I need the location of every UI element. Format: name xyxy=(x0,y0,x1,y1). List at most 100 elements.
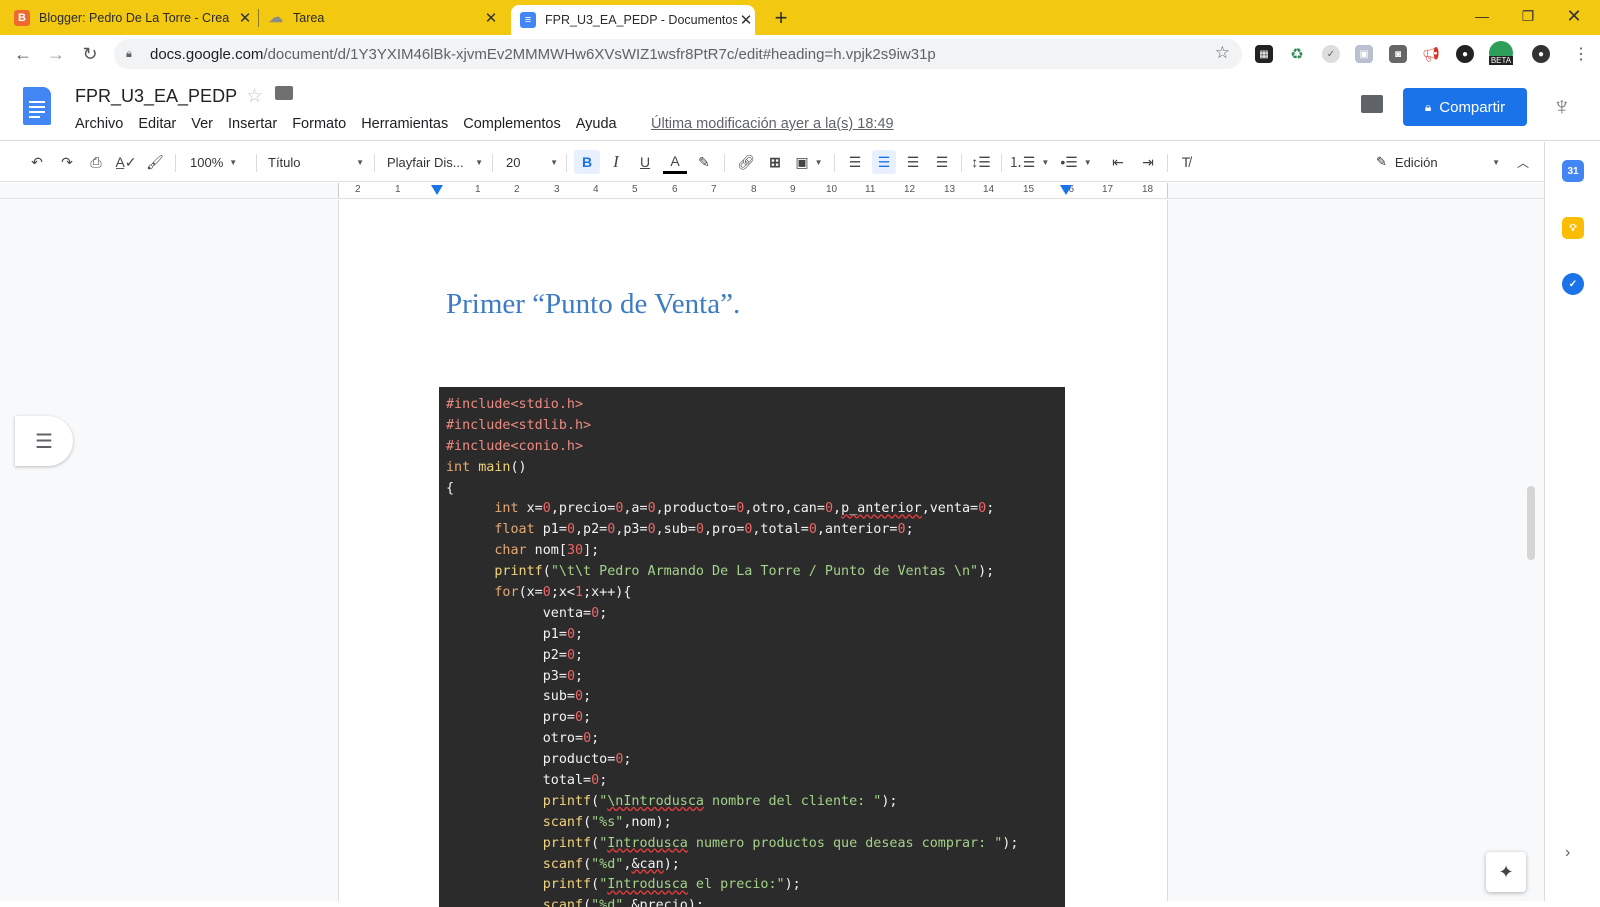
forward-icon[interactable]: → xyxy=(43,41,69,67)
align-left-icon[interactable]: ☰ xyxy=(843,150,867,174)
menu-complementos[interactable]: Complementos xyxy=(463,116,561,132)
style-select[interactable]: Título ▼ xyxy=(268,151,364,173)
numbered-list-icon[interactable]: ⒈☰ ▼ xyxy=(1009,150,1049,174)
spellcheck-icon[interactable]: A̲✓ xyxy=(115,150,137,174)
code-line: scanf("%d",&can); xyxy=(542,856,680,872)
star-icon[interactable]: ☆ xyxy=(246,85,263,108)
paint-format-icon[interactable]: 🖌︎ xyxy=(144,150,166,174)
keep-icon[interactable]: 💡︎ xyxy=(1562,217,1584,239)
comments-icon[interactable] xyxy=(1361,95,1383,113)
menu-ver[interactable]: Ver xyxy=(191,116,213,132)
tab-docs[interactable]: ≡ FPR_U3_EA_PEDP - Documentos ✕ xyxy=(511,5,755,35)
link-icon[interactable]: 🔗︎ xyxy=(734,150,758,174)
editing-mode-select[interactable]: ✎ Edición ▼ xyxy=(1376,151,1500,173)
extension-record-icon[interactable]: ● xyxy=(1456,45,1474,63)
bold-icon[interactable]: B xyxy=(574,150,600,174)
insert-image-icon[interactable]: ▣ ▼ xyxy=(792,150,826,174)
italic-icon[interactable]: I xyxy=(604,150,628,174)
ruler-tick: 8 xyxy=(751,184,757,195)
ruler-tick: 1 xyxy=(475,184,481,195)
code-line: float p1=0,p2=0,p3=0,sub=0,pro=0,total=0… xyxy=(494,522,914,538)
code-block[interactable]: #include<stdio.h> #include<stdlib.h> #incl… xyxy=(439,387,1065,907)
extension-beta-icon[interactable]: BETA xyxy=(1488,41,1514,65)
close-tab-icon[interactable]: ✕ xyxy=(482,9,500,27)
extension-megaphone-icon[interactable]: 📢︎ xyxy=(1422,45,1440,63)
code-line: printf("Introdusca el precio:"); xyxy=(542,877,801,893)
comment-add-icon[interactable]: ⊞ xyxy=(763,150,787,174)
tab-tarea[interactable]: ☁ Tarea ✕ xyxy=(268,0,500,35)
restore-icon[interactable]: ❐ xyxy=(1505,0,1551,32)
close-tab-icon[interactable]: ✕ xyxy=(236,9,254,27)
menu-insertar[interactable]: Insertar xyxy=(228,116,277,132)
browser-menu-icon[interactable]: ⋮ xyxy=(1568,41,1594,67)
scrollbar-thumb[interactable] xyxy=(1527,486,1535,560)
calendar-icon[interactable]: 31 xyxy=(1562,160,1584,182)
minimize-icon[interactable]: — xyxy=(1459,0,1505,32)
menu-formato[interactable]: Formato xyxy=(292,116,346,132)
calendar-day: 31 xyxy=(1567,165,1579,177)
menu-herramientas[interactable]: Herramientas xyxy=(361,116,448,132)
new-tab-button[interactable]: + xyxy=(768,0,794,35)
docs-logo-icon[interactable] xyxy=(23,87,51,125)
explore-button[interactable]: ✦ xyxy=(1486,852,1526,892)
print-icon[interactable]: ⎙ xyxy=(85,150,107,174)
code-line: #include<conio.h> xyxy=(446,438,584,454)
line-spacing-icon[interactable]: ↕☰ xyxy=(969,150,993,174)
tasks-icon[interactable]: ✓ xyxy=(1562,273,1584,295)
extension-calculator-icon[interactable]: ▦ xyxy=(1255,45,1273,63)
code-line: p1=0; xyxy=(446,626,584,642)
expand-panel-chevron-icon[interactable]: › xyxy=(1565,844,1570,862)
close-window-icon[interactable]: ✕ xyxy=(1551,0,1597,32)
document-page[interactable]: Primer “Punto de Venta”. #include<stdio.… xyxy=(338,200,1168,907)
bookmark-star-icon[interactable]: ☆ xyxy=(1215,43,1230,63)
chevron-down-icon: ▼ xyxy=(475,157,483,167)
align-justify-icon[interactable]: ☰ xyxy=(930,150,954,174)
document-title[interactable]: FPR_U3_EA_PEDP xyxy=(75,86,237,107)
document-heading[interactable]: Primer “Punto de Venta”. xyxy=(446,288,740,321)
ruler-tick: 3 xyxy=(554,184,560,195)
underline-icon[interactable]: U xyxy=(633,150,657,174)
address-bar[interactable]: 🔒︎ docs.google.com/document/d/1Y3YXIM46l… xyxy=(114,39,1242,69)
document-outline-button[interactable]: ☰ xyxy=(15,416,73,466)
undo-icon[interactable]: ↶ xyxy=(26,150,48,174)
increase-indent-icon[interactable]: ⇥ xyxy=(1136,150,1160,174)
code-line: p3=0; xyxy=(446,668,584,684)
ruler-tick: 11 xyxy=(865,184,876,195)
ruler-tick: 4 xyxy=(593,184,599,195)
account-avatar[interactable]: ♆ xyxy=(1552,91,1572,122)
share-button[interactable]: 🔒︎ Compartir xyxy=(1403,88,1527,126)
ruler-tick: 13 xyxy=(944,184,956,195)
menu-editar[interactable]: Editar xyxy=(138,116,176,132)
profile-avatar[interactable]: ● xyxy=(1532,45,1550,63)
align-right-icon[interactable]: ☰ xyxy=(901,150,925,174)
last-modified-link[interactable]: Última modificación ayer a la(s) 18:49 xyxy=(651,116,894,132)
extension-shield-icon[interactable]: ◙ xyxy=(1389,45,1407,63)
code-line: p2=0; xyxy=(446,647,584,663)
tab-blogger[interactable]: B Blogger: Pedro De La Torre - Crea ✕ xyxy=(14,0,254,35)
font-select[interactable]: Playfair Dis... ▼ xyxy=(387,151,483,173)
extension-photo-icon[interactable]: ▣ xyxy=(1355,45,1373,63)
extension-recycle-icon[interactable]: ♻ xyxy=(1288,45,1306,63)
ruler-tick: 2 xyxy=(514,184,520,195)
docs-icon: ≡ xyxy=(520,12,536,28)
zoom-select[interactable]: 100% ▼ xyxy=(190,151,246,173)
menu-archivo[interactable]: Archivo xyxy=(75,116,123,132)
redo-icon[interactable]: ↷ xyxy=(56,150,78,174)
code-line: venta=0; xyxy=(446,605,608,621)
text-color-icon[interactable]: A xyxy=(663,150,687,174)
menu-ayuda[interactable]: Ayuda xyxy=(576,116,617,132)
docs-header: FPR_U3_EA_PEDP ☆ Archivo Editar Ver Inse… xyxy=(0,73,1600,141)
font-size-select[interactable]: 20 ▼ xyxy=(506,151,558,173)
decrease-indent-icon[interactable]: ⇤ xyxy=(1106,150,1130,174)
highlight-icon[interactable]: ✎ xyxy=(692,150,716,174)
extension-check-icon[interactable]: ✓ xyxy=(1322,45,1340,63)
reload-icon[interactable]: ↻ xyxy=(77,41,103,67)
close-tab-icon[interactable]: ✕ xyxy=(737,11,755,29)
folder-icon[interactable] xyxy=(275,86,293,100)
clear-formatting-icon[interactable]: T̸ xyxy=(1174,150,1198,174)
align-center-icon[interactable]: ☰ xyxy=(872,150,896,174)
tab-separator xyxy=(258,9,259,27)
hide-menus-chevron-icon[interactable]: ︿ xyxy=(1512,150,1534,174)
bulleted-list-icon[interactable]: •☰ ▼ xyxy=(1057,150,1095,174)
back-icon[interactable]: ← xyxy=(10,41,36,67)
